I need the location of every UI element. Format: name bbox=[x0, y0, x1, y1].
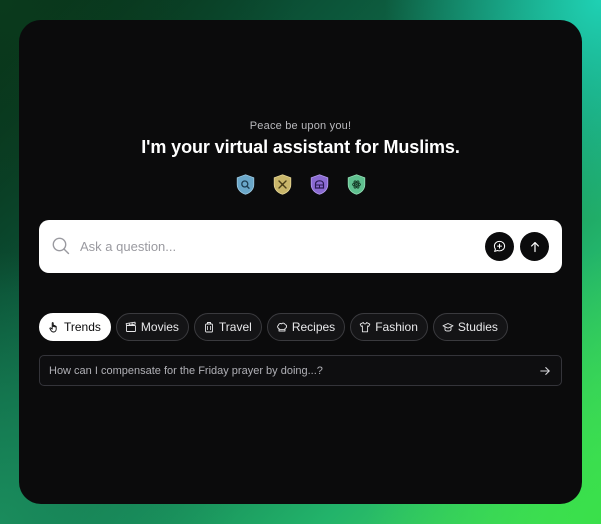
chip-label: Fashion bbox=[375, 320, 418, 334]
clapperboard-icon bbox=[125, 321, 136, 332]
greeting-text: Peace be upon you! bbox=[249, 120, 352, 132]
chip-label: Movies bbox=[140, 320, 179, 334]
assistant-card: Peace be upon you! I'm your virtual assi… bbox=[19, 20, 582, 504]
search-bar bbox=[39, 220, 562, 273]
send-button[interactable] bbox=[520, 232, 549, 261]
chip-movies[interactable]: Movies bbox=[115, 313, 189, 341]
chip-trends[interactable]: Trends bbox=[39, 313, 111, 341]
chat-bubble-icon bbox=[493, 240, 506, 252]
feature-badges bbox=[19, 174, 582, 195]
arrow-right-icon bbox=[540, 366, 550, 375]
suggested-question-text: How can I compensate for the Friday pray… bbox=[49, 364, 323, 377]
chip-studies[interactable]: Studies bbox=[432, 313, 508, 341]
mosque-shield-icon[interactable] bbox=[310, 174, 329, 195]
arrow-up-icon bbox=[530, 241, 539, 252]
chip-fashion[interactable]: Fashion bbox=[350, 313, 428, 341]
chat-button[interactable] bbox=[485, 232, 514, 261]
tools-shield-icon[interactable] bbox=[273, 174, 292, 195]
chef-hat-icon bbox=[276, 322, 287, 332]
chip-travel[interactable]: Travel bbox=[193, 313, 262, 341]
atom-shield-icon[interactable] bbox=[347, 174, 366, 195]
chip-label: Studies bbox=[457, 320, 498, 334]
search-icon bbox=[52, 237, 70, 255]
luggage-icon bbox=[204, 322, 213, 333]
page-title: I'm your virtual assistant for Muslims. bbox=[141, 137, 460, 157]
chip-label: Trends bbox=[64, 320, 101, 334]
chip-recipes[interactable]: Recipes bbox=[266, 313, 346, 341]
search-input[interactable] bbox=[80, 234, 470, 258]
category-chips: Trends Movies Travel Recipes Fashion Stu… bbox=[39, 313, 508, 341]
graduation-cap-icon bbox=[442, 323, 454, 332]
shirt-icon bbox=[359, 322, 371, 333]
suggested-question[interactable]: How can I compensate for the Friday pray… bbox=[39, 355, 562, 386]
chip-label: Recipes bbox=[291, 320, 336, 334]
chip-label: Travel bbox=[218, 320, 252, 334]
search-shield-icon[interactable] bbox=[236, 174, 255, 195]
hand-pointer-icon bbox=[49, 322, 57, 333]
